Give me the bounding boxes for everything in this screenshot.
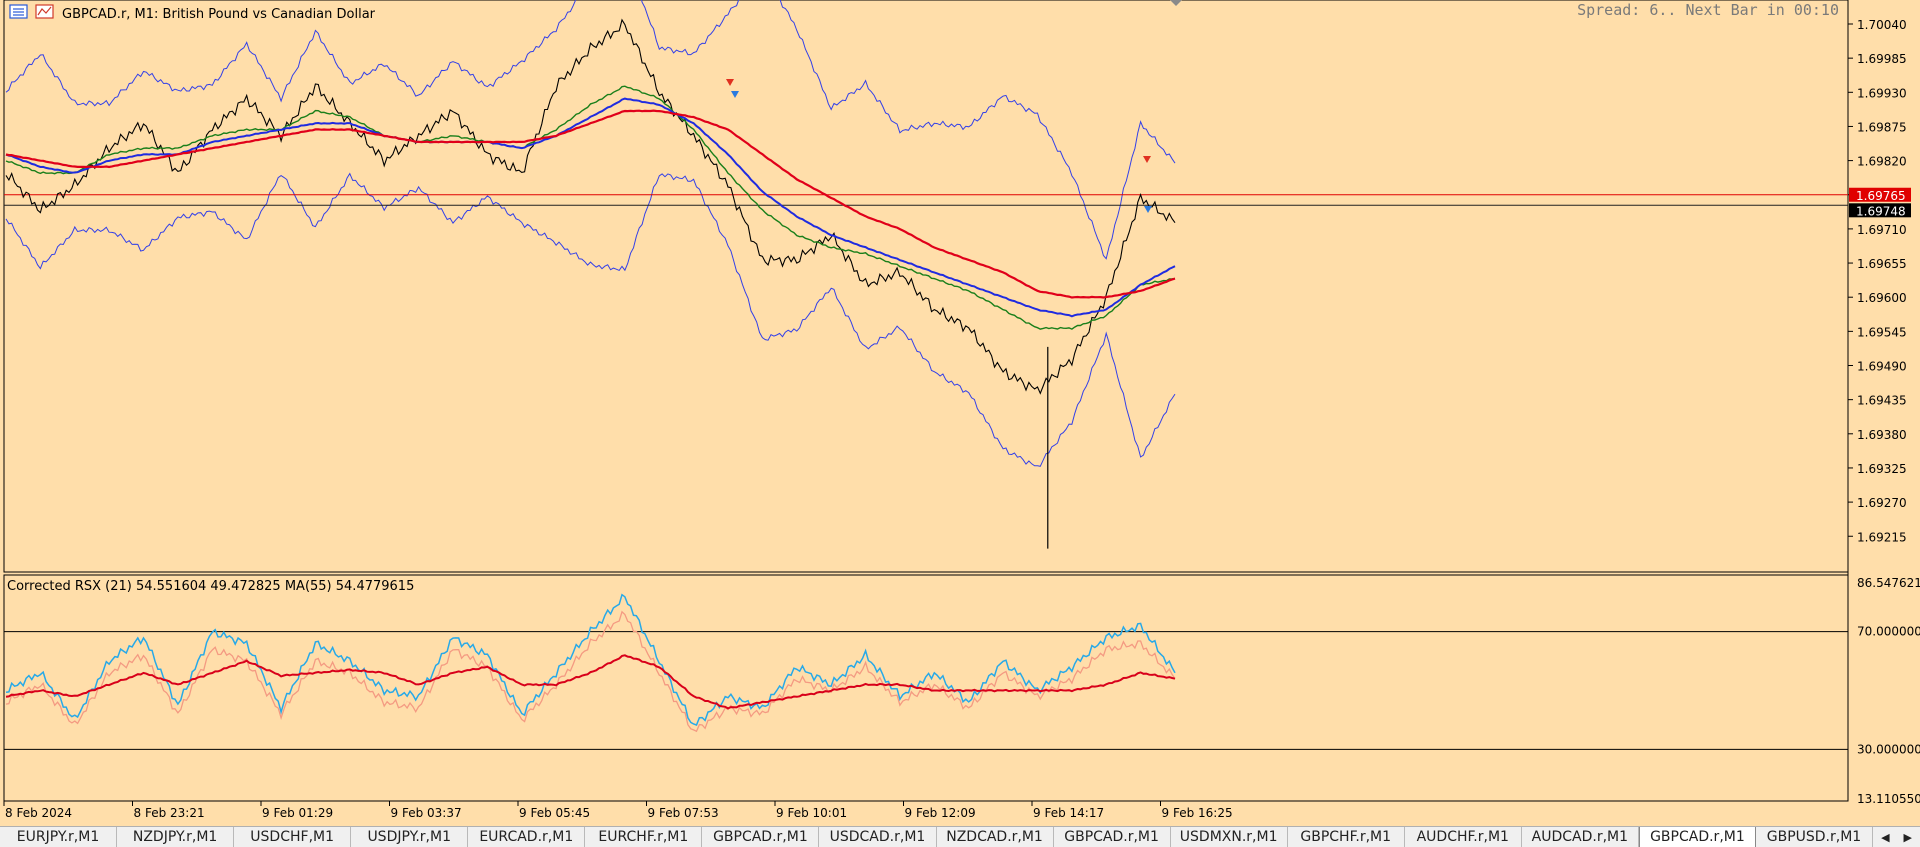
indicator-label: Corrected RSX (21) 54.551604 49.472825 M…: [7, 579, 414, 594]
time-tick-label: 8 Feb 23:21: [134, 806, 205, 820]
price-tick-label: 1.69545: [1857, 325, 1907, 339]
price-tick-label: 1.69930: [1857, 86, 1907, 100]
symbol-tab[interactable]: EURJPY.r,M1: [0, 827, 118, 847]
time-tick-label: 9 Feb 10:01: [776, 806, 847, 820]
bid-price-label: 1.69748: [1856, 204, 1906, 218]
price-tick-label: 1.69655: [1857, 257, 1907, 271]
price-tick-label: 1.69710: [1857, 223, 1907, 237]
mt-chart-window: 1.70040 1.69985 1.69930 1.69875 1.69820 1.697…: [0, 0, 1920, 847]
time-tick-label: 9 Feb 07:53: [648, 806, 719, 820]
symbol-tab-bar: EURJPY.r,M1 NZDJPY.r,M1 USDCHF,M1 USDJPY.r,…: [0, 826, 1920, 847]
symbol-tab[interactable]: GBPCAD.r,M1: [1054, 827, 1171, 847]
symbol-tab[interactable]: AUDCHF.r,M1: [1405, 827, 1522, 847]
price-tick-label: 1.69820: [1857, 155, 1907, 169]
chart-canvas[interactable]: 1.70040 1.69985 1.69930 1.69875 1.69820 1.697…: [0, 0, 1920, 826]
indicator-tick-label: 86.547621: [1857, 576, 1920, 590]
time-tick-label: 9 Feb 03:37: [391, 806, 462, 820]
time-tick-label: 9 Feb 01:29: [262, 806, 333, 820]
price-tick-label: 1.69325: [1857, 462, 1907, 476]
indicator-tick-label: 13.110550: [1857, 792, 1920, 806]
symbol-tab[interactable]: EURCAD.r,M1: [468, 827, 586, 847]
spread-info: Spread: 6.. Next Bar in 00:10: [1577, 1, 1839, 19]
symbol-tab[interactable]: USDCAD.r,M1: [819, 827, 937, 847]
tab-scroll-right-icon[interactable]: ▶: [1904, 831, 1912, 844]
symbol-tab[interactable]: USDCHF,M1: [234, 827, 352, 847]
price-tick-label: 1.69875: [1857, 120, 1907, 134]
ask-price-label: 1.69765: [1856, 189, 1906, 203]
indicator-tick-label: 70.000000: [1857, 625, 1920, 639]
symbol-tab[interactable]: USDMXN.r,M1: [1171, 827, 1288, 847]
price-tick-label: 1.69985: [1857, 52, 1907, 66]
price-tick-label: 1.69435: [1857, 394, 1907, 408]
symbol-tab[interactable]: GBPUSD.r,M1: [1756, 827, 1874, 847]
price-tick-label: 1.69380: [1857, 428, 1907, 442]
symbol-tab[interactable]: GBPCHF.r,M1: [1288, 827, 1405, 847]
price-tick-label: 1.69270: [1857, 496, 1907, 510]
symbol-tab[interactable]: GBPCAD.r,M1: [702, 827, 820, 847]
symbol-tab[interactable]: EURCHF.r,M1: [585, 827, 703, 847]
indicator-tick-label: 30.000000: [1857, 742, 1920, 756]
time-tick-label: 8 Feb 2024: [5, 806, 72, 820]
symbol-title: GBPCAD.r, M1: British Pound vs Canadian …: [62, 7, 376, 22]
time-tick-label: 9 Feb 05:45: [519, 806, 590, 820]
price-tick-label: 1.69490: [1857, 360, 1907, 374]
symbol-tab[interactable]: NZDJPY.r,M1: [117, 827, 235, 847]
price-tick-label: 1.69600: [1857, 291, 1907, 305]
time-tick-label: 9 Feb 14:17: [1033, 806, 1104, 820]
price-tick-label: 1.69215: [1857, 530, 1907, 544]
price-tick-label: 1.70040: [1857, 18, 1907, 32]
symbol-tab[interactable]: USDJPY.r,M1: [351, 827, 469, 847]
time-tick-label: 9 Feb 12:09: [905, 806, 976, 820]
time-tick-label: 9 Feb 16:25: [1162, 806, 1233, 820]
symbol-tab[interactable]: NZDCAD.r,M1: [937, 827, 1054, 847]
symbol-tab[interactable]: GBPCAD.r,M1: [1638, 827, 1756, 847]
symbol-tab[interactable]: AUDCAD.r,M1: [1522, 827, 1639, 847]
tab-scroll-left-icon[interactable]: ◀: [1881, 831, 1889, 844]
tab-scroll-controls: ◀ ▶: [1873, 827, 1920, 847]
